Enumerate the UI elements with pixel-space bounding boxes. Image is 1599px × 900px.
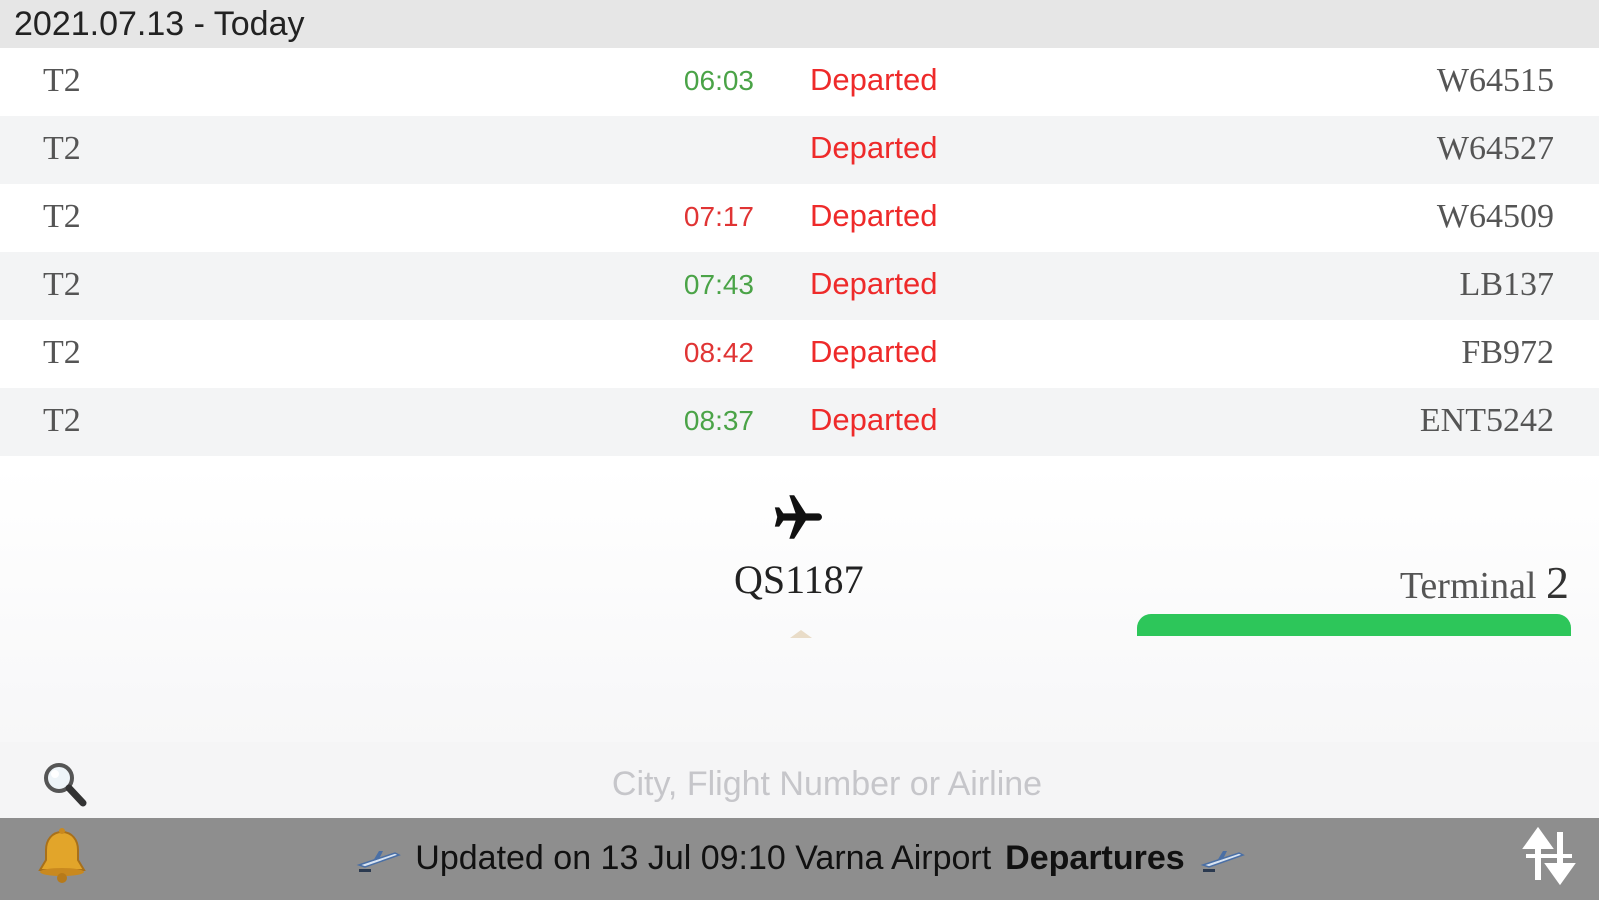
terminal-number: 2	[1546, 557, 1569, 608]
row-flight-number: W64509	[1436, 198, 1554, 235]
section-header: 2021.07.13 - Today	[0, 0, 1599, 48]
departing-plane-icon	[1200, 851, 1245, 872]
footer-mode-label[interactable]: Departures	[1005, 839, 1185, 878]
terminal-indicator-bar	[1137, 614, 1571, 636]
row-time: 07:17	[683, 201, 754, 232]
flight-row[interactable]: T2 08:37 Departed ENT5242	[0, 388, 1599, 456]
flight-row[interactable]: T2 Departed W64527	[0, 116, 1599, 184]
row-flight-number: ENT5242	[1419, 402, 1554, 439]
footer-updated-text: Updated on 13 Jul 09:10 Varna Airport	[415, 838, 992, 877]
row-terminal: T2	[43, 62, 81, 99]
search-input[interactable]	[200, 760, 1454, 808]
terminal-label: Terminal 2	[1400, 556, 1569, 609]
row-flight-number: W64527	[1436, 130, 1554, 167]
flight-row[interactable]: T2 08:42 Departed FB972	[0, 320, 1599, 388]
scroll-caret-icon	[790, 630, 812, 638]
terminal-word: Terminal	[1399, 565, 1537, 607]
row-flight-number: W64515	[1436, 62, 1554, 99]
search-icon[interactable]	[38, 758, 92, 812]
bell-icon[interactable]	[32, 826, 92, 886]
row-status: Departed	[810, 334, 938, 369]
row-flight-number: FB972	[1461, 334, 1554, 371]
row-status: Departed	[810, 198, 938, 233]
row-terminal: T2	[43, 402, 81, 439]
row-flight-number: LB137	[1459, 266, 1554, 303]
airplane-icon	[774, 495, 822, 539]
row-terminal: T2	[43, 266, 81, 303]
flight-row[interactable]: T2 06:03 Departed W64515	[0, 48, 1599, 116]
row-terminal: T2	[43, 198, 81, 235]
footer-status: Updated on 13 Jul 09:10 Varna Airport De…	[325, 833, 1275, 883]
flight-row[interactable]: T2 07:43 Departed LB137	[0, 252, 1599, 320]
row-time: 08:42	[683, 337, 754, 368]
row-time: 08:37	[683, 405, 754, 436]
row-time: 06:03	[683, 65, 754, 96]
row-terminal: T2	[43, 130, 81, 167]
selected-flight-number: QS1187	[734, 557, 864, 602]
flight-row[interactable]: T2 07:17 Departed W64509	[0, 184, 1599, 252]
row-terminal: T2	[43, 334, 81, 371]
row-status: Departed	[810, 266, 938, 301]
departing-plane-icon	[356, 851, 402, 872]
row-status: Departed	[810, 402, 938, 437]
row-status: Departed	[810, 130, 938, 165]
arrivals-departures-switch-icon[interactable]	[1520, 826, 1578, 886]
section-date-title: 2021.07.13 - Today	[14, 5, 305, 43]
row-time: 07:43	[683, 269, 754, 300]
row-status: Departed	[810, 62, 938, 97]
